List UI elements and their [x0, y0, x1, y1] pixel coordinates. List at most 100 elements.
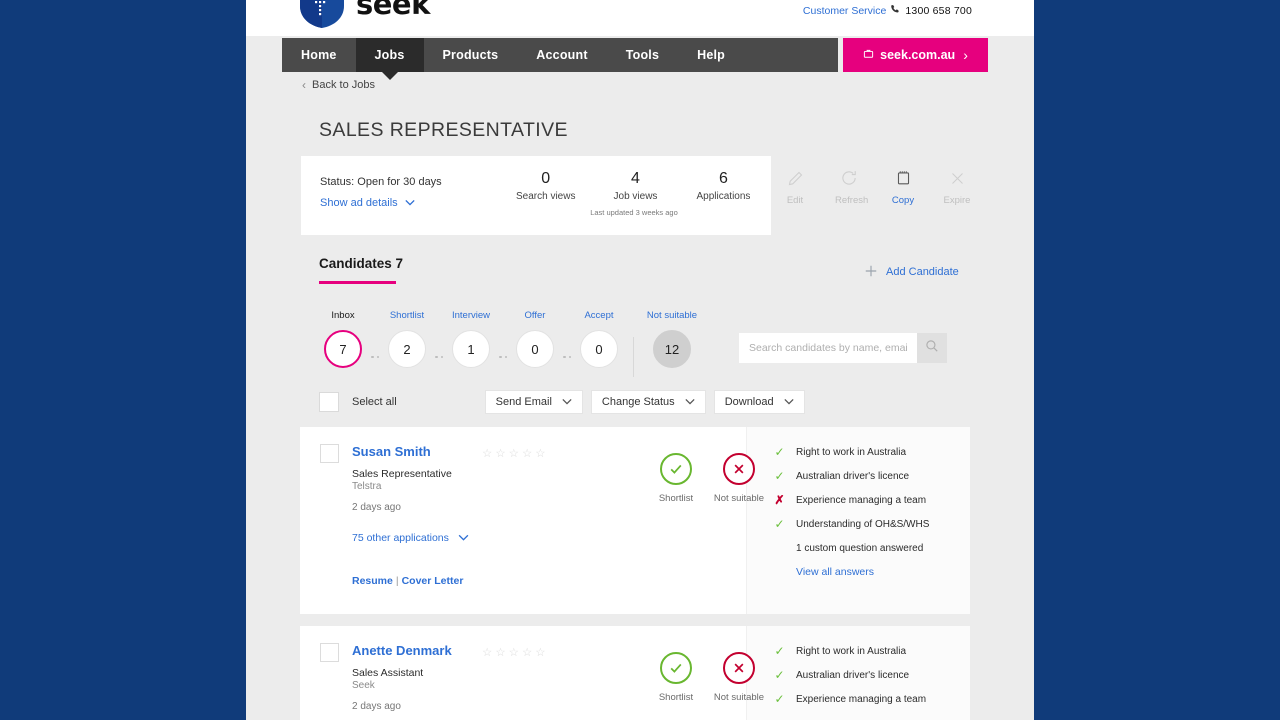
main-nav: Home Jobs Products Account Tools Help — [282, 38, 838, 80]
seek-logo-text: seek — [356, 0, 430, 21]
pipeline-step-offer[interactable]: Offer 0 — [511, 310, 559, 368]
candidate-name[interactable]: Susan Smith — [352, 444, 431, 459]
copy-action[interactable]: Copy — [889, 166, 917, 206]
star-icon[interactable]: ☆ — [495, 446, 505, 460]
job-stats: 0 Search views 4 Job views 6 Application… — [516, 170, 751, 202]
nav-item-help[interactable]: Help — [678, 38, 744, 72]
chevron-right-icon: › — [963, 47, 968, 63]
screen: seek Customer Service 1300 658 700 Home … — [0, 0, 1280, 720]
search-button[interactable] — [917, 333, 947, 363]
add-candidate-button[interactable]: Add Candidate — [864, 264, 959, 279]
not-suitable-action[interactable]: Not suitable — [708, 453, 770, 505]
search-input[interactable] — [739, 333, 917, 363]
pipeline-divider — [633, 337, 634, 377]
nav-item-home[interactable]: Home — [282, 38, 356, 72]
candidate-select-checkbox[interactable] — [320, 444, 339, 463]
answer-text: Experience managing a team — [796, 495, 927, 506]
star-icon[interactable]: ☆ — [509, 645, 519, 659]
screening-answers: ✓ Right to work in Australia ✓ Australia… — [774, 446, 974, 579]
seek-shield-icon — [296, 0, 348, 30]
edit-action[interactable]: Edit — [781, 166, 809, 206]
pipeline-count[interactable]: 0 — [516, 330, 554, 368]
shortlist-label: Shortlist — [658, 692, 694, 703]
star-icon[interactable]: ☆ — [482, 446, 492, 460]
star-icon[interactable]: ☆ — [535, 645, 545, 659]
candidate-select-checkbox[interactable] — [320, 643, 339, 662]
send-email-dropdown[interactable]: Send Email — [484, 390, 583, 414]
stat-search-views: 0 Search views — [516, 170, 575, 202]
nav-label: Jobs — [374, 48, 405, 62]
chevron-down-icon — [685, 397, 695, 408]
select-all-checkbox[interactable] — [319, 392, 339, 412]
back-to-jobs-link[interactable]: ‹ Back to Jobs — [302, 78, 375, 92]
download-dropdown[interactable]: Download — [713, 390, 805, 414]
star-icon[interactable]: ☆ — [509, 446, 519, 460]
briefcase-icon — [863, 48, 874, 62]
change-status-dropdown[interactable]: Change Status — [590, 390, 706, 414]
view-all-answers-link[interactable]: View all answers — [796, 566, 974, 578]
shortlist-action[interactable]: Shortlist — [645, 652, 707, 704]
answer-text: Experience managing a team — [796, 694, 927, 705]
star-icon[interactable]: ☆ — [482, 645, 492, 659]
job-status-card: Status: Open for 30 days Show ad details… — [301, 156, 771, 235]
not-suitable-label: Not suitable — [713, 692, 765, 703]
shortlist-action[interactable]: Shortlist — [645, 453, 707, 505]
nav-label: Tools — [625, 48, 660, 62]
check-icon: ✓ — [774, 668, 785, 682]
check-circle-icon[interactable] — [660, 453, 692, 485]
pipeline-step-not-suitable[interactable]: Not suitable 12 — [647, 310, 697, 368]
stat-label: Search views — [516, 191, 576, 202]
nav-label: Home — [301, 48, 337, 62]
pipeline-count[interactable]: 0 — [580, 330, 618, 368]
cover-letter-link[interactable]: Cover Letter — [402, 575, 464, 587]
answer-row: ✓ Right to work in Australia — [774, 446, 974, 459]
customer-service-link[interactable]: Customer Service — [803, 5, 886, 17]
not-suitable-action[interactable]: Not suitable — [708, 652, 770, 704]
job-status-text: Status: Open for 30 days — [320, 176, 442, 188]
nav-item-products[interactable]: Products — [424, 38, 518, 72]
x-circle-icon[interactable] — [723, 652, 755, 684]
refresh-action[interactable]: Refresh — [835, 166, 869, 206]
resume-link[interactable]: Resume — [352, 575, 393, 587]
stat-applications: 6 Applications — [695, 170, 751, 202]
pipeline-count[interactable]: 7 — [324, 330, 362, 368]
change-status-label: Change Status — [601, 396, 675, 408]
check-circle-icon[interactable] — [660, 652, 692, 684]
pipeline-step-accept[interactable]: Accept 0 — [575, 310, 623, 368]
star-icon[interactable]: ☆ — [522, 645, 532, 659]
shortlist-label: Shortlist — [658, 493, 694, 504]
seek-com-au-button[interactable]: seek.com.au › — [843, 38, 988, 72]
candidate-name[interactable]: Anette Denmark — [352, 643, 452, 658]
pipeline-step-shortlist[interactable]: Shortlist 2 — [383, 310, 431, 368]
pipeline-count[interactable]: 12 — [653, 330, 691, 368]
star-icon[interactable]: ☆ — [495, 645, 505, 659]
expire-action[interactable]: Expire — [943, 166, 971, 206]
candidate-star-rating[interactable]: ☆ ☆ ☆ ☆ ☆ — [482, 645, 546, 659]
pipeline-step-inbox[interactable]: Inbox 7 — [319, 310, 367, 368]
star-icon[interactable]: ☆ — [535, 446, 545, 460]
pipeline-step-interview[interactable]: Interview 1 — [447, 310, 495, 368]
seek-logo[interactable]: seek — [296, 0, 430, 30]
nav-item-jobs[interactable]: Jobs — [355, 38, 424, 80]
send-email-label: Send Email — [495, 396, 552, 408]
last-updated-text: Last updated 3 weeks ago — [590, 208, 678, 217]
answer-row: 1 custom question answered — [774, 542, 974, 555]
refresh-label: Refresh — [835, 195, 869, 206]
x-circle-icon[interactable] — [723, 453, 755, 485]
answer-row: ✓ Right to work in Australia — [774, 645, 974, 658]
candidates-tab[interactable]: Candidates 7 — [319, 256, 403, 284]
job-actions: Edit Refresh Copy Expire — [781, 166, 971, 206]
select-all-label: Select all — [352, 396, 397, 408]
star-icon[interactable]: ☆ — [522, 446, 532, 460]
nav-item-tools[interactable]: Tools — [607, 38, 678, 72]
pipeline-count[interactable]: 1 — [452, 330, 490, 368]
show-ad-details-toggle[interactable]: Show ad details — [320, 197, 415, 209]
candidate-card: Anette Denmark ☆ ☆ ☆ ☆ ☆ Sales Assistant… — [300, 626, 970, 720]
cross-icon: ✗ — [774, 493, 785, 507]
nav-item-account[interactable]: Account — [517, 38, 606, 72]
pipeline-count[interactable]: 2 — [388, 330, 426, 368]
other-applications-toggle[interactable]: 75 other applications — [352, 532, 469, 544]
nav-label: Help — [697, 48, 725, 62]
check-icon: ✓ — [774, 445, 785, 459]
candidate-star-rating[interactable]: ☆ ☆ ☆ ☆ ☆ — [482, 446, 546, 460]
